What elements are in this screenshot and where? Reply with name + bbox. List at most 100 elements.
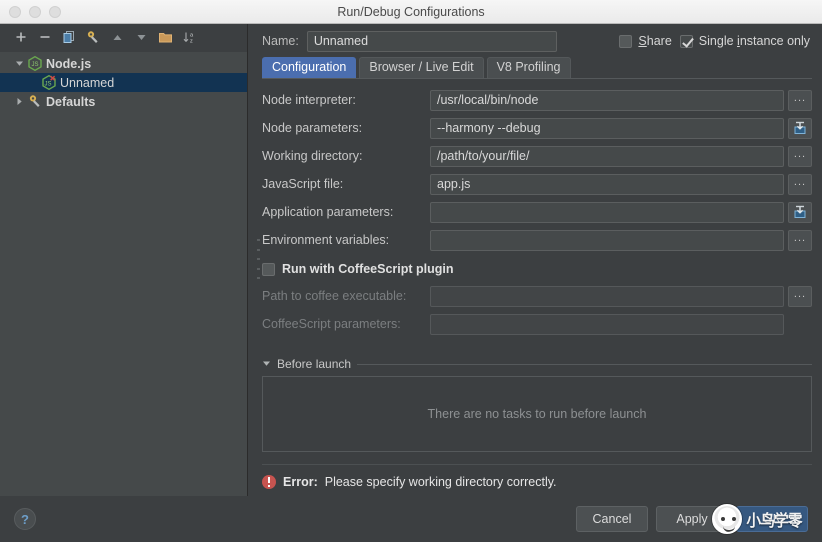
name-label: Name:	[262, 34, 299, 48]
run-with-coffeescript-checkbox[interactable]: Run with CoffeeScript plugin	[262, 259, 812, 279]
tree-node-unnamed[interactable]: JS Unnamed	[0, 73, 247, 92]
configurations-panel: a z JS	[0, 24, 248, 496]
coffeescript-parameters-spacer	[788, 314, 812, 335]
before-launch-title: Before launch	[277, 357, 351, 371]
tree-node-nodejs[interactable]: JS Node.js	[0, 54, 247, 73]
add-configuration-button[interactable]	[10, 26, 32, 48]
field-row-coffeescript-parameters: CoffeeScript parameters:	[262, 313, 812, 335]
name-bar: Name: Unnamed Share Single instance only	[248, 26, 822, 56]
configuration-editor-panel: Name: Unnamed Share Single instance only…	[248, 24, 822, 496]
coffeescript-parameters-label: CoffeeScript parameters:	[262, 317, 430, 331]
single-instance-checkbox-box[interactable]	[680, 35, 693, 48]
before-launch-tasks-list[interactable]: There are no tasks to run before launch	[262, 376, 812, 452]
javascript-file-input[interactable]: app.js	[430, 174, 784, 195]
configuration-form: Node interpreter: /usr/local/bin/node ..…	[262, 89, 812, 335]
field-row-node-interpreter: Node interpreter: /usr/local/bin/node ..…	[262, 89, 812, 111]
error-text: Please specify working directory correct…	[325, 475, 557, 489]
plus-icon	[14, 30, 28, 44]
node-parameters-input[interactable]: --harmony --debug	[430, 118, 784, 139]
expand-triangle-right-icon[interactable]	[12, 95, 26, 109]
field-row-application-parameters: Application parameters:	[262, 201, 812, 223]
working-directory-input[interactable]: /path/to/your/file/	[430, 146, 784, 167]
name-input[interactable]: Unnamed	[307, 31, 557, 52]
field-row-node-parameters: Node parameters: --harmony --debug	[262, 117, 812, 139]
svg-text:JS: JS	[44, 82, 51, 88]
share-checkbox[interactable]: Share	[619, 34, 671, 48]
application-parameters-expand-button[interactable]	[788, 202, 812, 223]
expand-triangle-down-icon[interactable]	[12, 57, 26, 71]
javascript-file-label: JavaScript file:	[262, 177, 430, 191]
move-down-button[interactable]	[130, 26, 152, 48]
working-directory-label: Working directory:	[262, 149, 430, 163]
coffee-path-browse-button[interactable]: ...	[788, 286, 812, 307]
ok-button[interactable]: OK	[736, 506, 808, 532]
dialog-body: a z JS	[0, 24, 822, 542]
copy-icon	[62, 30, 77, 45]
node-interpreter-browse-button[interactable]: ...	[788, 90, 812, 111]
window-titlebar: Run/Debug Configurations	[0, 0, 822, 24]
folder-icon	[158, 30, 173, 45]
sort-configurations-button[interactable]: a z	[178, 26, 200, 48]
node-interpreter-input[interactable]: /usr/local/bin/node	[430, 90, 784, 111]
coffeescript-checkbox-label: Run with CoffeeScript plugin	[282, 262, 454, 276]
javascript-file-browse-button[interactable]: ...	[788, 174, 812, 195]
coffee-path-label: Path to coffee executable:	[262, 289, 430, 303]
zoom-button[interactable]	[49, 6, 61, 18]
environment-variables-browse-button[interactable]: ...	[788, 230, 812, 251]
tab-browser-live-edit[interactable]: Browser / Live Edit	[359, 57, 483, 78]
error-message-row: Error: Please specify working directory …	[262, 464, 812, 489]
nodejs-icon: JS	[26, 56, 44, 71]
tab-configuration[interactable]: Configuration	[262, 57, 356, 78]
environment-variables-label: Environment variables:	[262, 233, 430, 247]
before-launch-empty-text: There are no tasks to run before launch	[428, 407, 647, 421]
remove-configuration-button[interactable]	[34, 26, 56, 48]
tree-node-defaults[interactable]: Defaults	[0, 92, 247, 111]
error-label: Error:	[283, 475, 318, 489]
minus-icon	[38, 30, 52, 44]
coffeescript-checkbox-box[interactable]	[262, 263, 275, 276]
minimize-button[interactable]	[29, 6, 41, 18]
field-row-javascript-file: JavaScript file: app.js ...	[262, 173, 812, 195]
dialog-action-buttons: Cancel Apply OK	[576, 506, 808, 532]
collapse-triangle-down-icon[interactable]	[262, 357, 271, 371]
panel-resize-grip[interactable]	[257, 239, 261, 279]
edit-defaults-button[interactable]	[82, 26, 104, 48]
single-instance-checkbox[interactable]: Single instance only	[680, 34, 810, 48]
working-directory-browse-button[interactable]: ...	[788, 146, 812, 167]
run-debug-configurations-dialog: Run/Debug Configurations	[0, 0, 822, 542]
application-parameters-input[interactable]	[430, 202, 784, 223]
apply-button[interactable]: Apply	[656, 506, 728, 532]
wrench-icon	[86, 30, 101, 45]
svg-text:z: z	[190, 38, 193, 44]
wrench-icon	[26, 94, 44, 109]
application-parameters-label: Application parameters:	[262, 205, 430, 219]
move-up-button[interactable]	[106, 26, 128, 48]
node-interpreter-label: Node interpreter:	[262, 93, 430, 107]
configuration-tabs: Configuration Browser / Live Edit V8 Pro…	[248, 56, 822, 78]
new-folder-button[interactable]	[154, 26, 176, 48]
expand-editor-icon	[793, 121, 807, 135]
window-title: Run/Debug Configurations	[0, 5, 822, 19]
dialog-footer: ? Cancel Apply OK 小鸟学零	[0, 496, 822, 542]
coffee-path-input[interactable]	[430, 286, 784, 307]
close-button[interactable]	[9, 6, 21, 18]
copy-configuration-button[interactable]	[58, 26, 80, 48]
tab-v8-profiling[interactable]: V8 Profiling	[487, 57, 571, 78]
configurations-tree[interactable]: JS Node.js JS	[0, 52, 247, 496]
nodejs-error-icon: JS	[40, 75, 58, 90]
share-checkbox-box[interactable]	[619, 35, 632, 48]
tree-node-label: Defaults	[46, 95, 95, 109]
field-row-environment-variables: Environment variables: ...	[262, 229, 812, 251]
window-controls	[9, 6, 61, 18]
help-button[interactable]: ?	[14, 508, 36, 530]
before-launch-header[interactable]: Before launch	[262, 357, 812, 371]
share-label: Share	[638, 34, 671, 48]
before-launch-section: Before launch There are no tasks to run …	[262, 357, 812, 452]
arrow-up-icon	[111, 31, 124, 44]
cancel-button[interactable]: Cancel	[576, 506, 648, 532]
node-parameters-expand-button[interactable]	[788, 118, 812, 139]
field-row-coffee-path: Path to coffee executable: ...	[262, 285, 812, 307]
coffeescript-parameters-input[interactable]	[430, 314, 784, 335]
dialog-upper: a z JS	[0, 24, 822, 496]
environment-variables-input[interactable]	[430, 230, 784, 251]
